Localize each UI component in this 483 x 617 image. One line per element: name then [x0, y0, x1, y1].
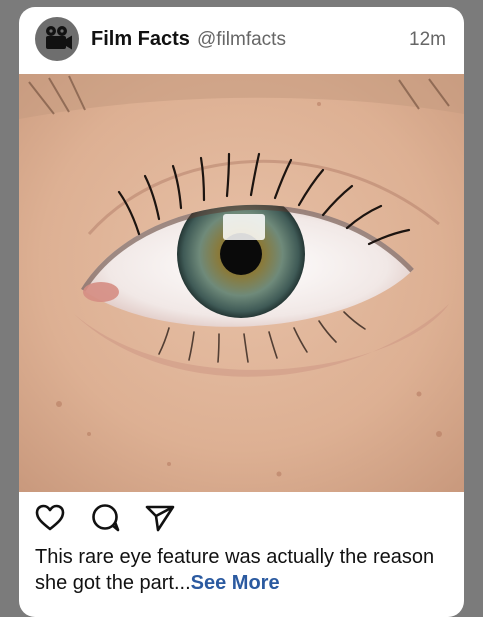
- see-more-link[interactable]: See More: [191, 572, 280, 594]
- post-card: Film Facts @filmfacts 12m This rare eye …: [19, 7, 464, 617]
- eye-photo: [19, 74, 464, 492]
- heart-icon: [35, 504, 65, 531]
- share-button[interactable]: [143, 501, 177, 535]
- post-image[interactable]: [19, 74, 464, 492]
- avatar[interactable]: [35, 17, 79, 61]
- post-caption: This rare eye feature was actually the r…: [35, 544, 445, 596]
- like-button[interactable]: [33, 501, 67, 535]
- account-name[interactable]: Film Facts: [91, 28, 190, 51]
- comment-bubble-icon: [92, 504, 120, 532]
- comment-button[interactable]: [89, 501, 123, 535]
- account-handle[interactable]: @filmfacts: [197, 29, 286, 51]
- post-timestamp: 12m: [409, 29, 446, 50]
- film-camera-icon: [46, 26, 72, 50]
- send-arrow-icon: [145, 505, 175, 532]
- post-header: Film Facts @filmfacts 12m: [19, 7, 464, 74]
